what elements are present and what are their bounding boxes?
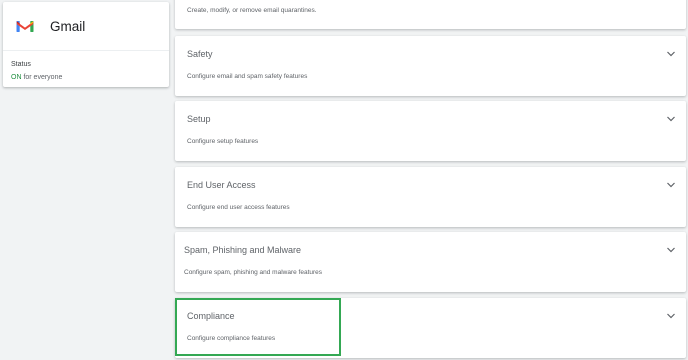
status-block: Status ON for everyone bbox=[3, 51, 169, 83]
section-title: Setup bbox=[187, 114, 211, 124]
section-title: Spam, Phishing and Malware bbox=[184, 245, 302, 255]
section-panel-setup[interactable]: Setup Configure setup features bbox=[175, 101, 686, 161]
app-header: Gmail bbox=[3, 2, 169, 51]
section-title: Safety bbox=[187, 49, 213, 59]
section-description: Configure setup features bbox=[187, 138, 259, 145]
app-name: Gmail bbox=[50, 18, 86, 34]
chevron-down-icon[interactable] bbox=[666, 246, 676, 254]
section-panel-compliance[interactable]: Compliance Configure compliance features bbox=[175, 298, 686, 358]
section-description: Configure end user access features bbox=[187, 204, 290, 211]
status-label: Status bbox=[11, 61, 31, 68]
section-panel-spam-phishing-malware[interactable]: Spam, Phishing and Malware Configure spa… bbox=[175, 232, 686, 292]
chevron-down-icon[interactable] bbox=[666, 312, 676, 320]
gmail-logo-icon bbox=[14, 15, 36, 37]
section-description: Configure spam, phishing and malware fea… bbox=[184, 269, 323, 276]
section-panel-end-user-access[interactable]: End User Access Configure end user acces… bbox=[175, 167, 686, 227]
status-on-text: ON bbox=[11, 74, 22, 81]
chevron-down-icon[interactable] bbox=[666, 115, 676, 123]
section-title: End User Access bbox=[187, 180, 256, 190]
section-title: Compliance bbox=[187, 311, 235, 321]
section-description: Configure compliance features bbox=[187, 335, 276, 342]
status-scope-text: for everyone bbox=[21, 74, 63, 81]
app-summary-card: Gmail Status ON for everyone bbox=[3, 2, 169, 87]
status-value: ON for everyone bbox=[11, 73, 169, 83]
section-description: Configure email and spam safety features bbox=[187, 73, 308, 80]
section-description: Create, modify, or remove email quaranti… bbox=[187, 7, 317, 14]
chevron-down-icon[interactable] bbox=[666, 181, 676, 189]
chevron-down-icon[interactable] bbox=[666, 50, 676, 58]
section-panel-safety[interactable]: Safety Configure email and spam safety f… bbox=[175, 36, 686, 96]
section-panel-quarantine[interactable]: Create, modify, or remove email quaranti… bbox=[175, 0, 686, 29]
